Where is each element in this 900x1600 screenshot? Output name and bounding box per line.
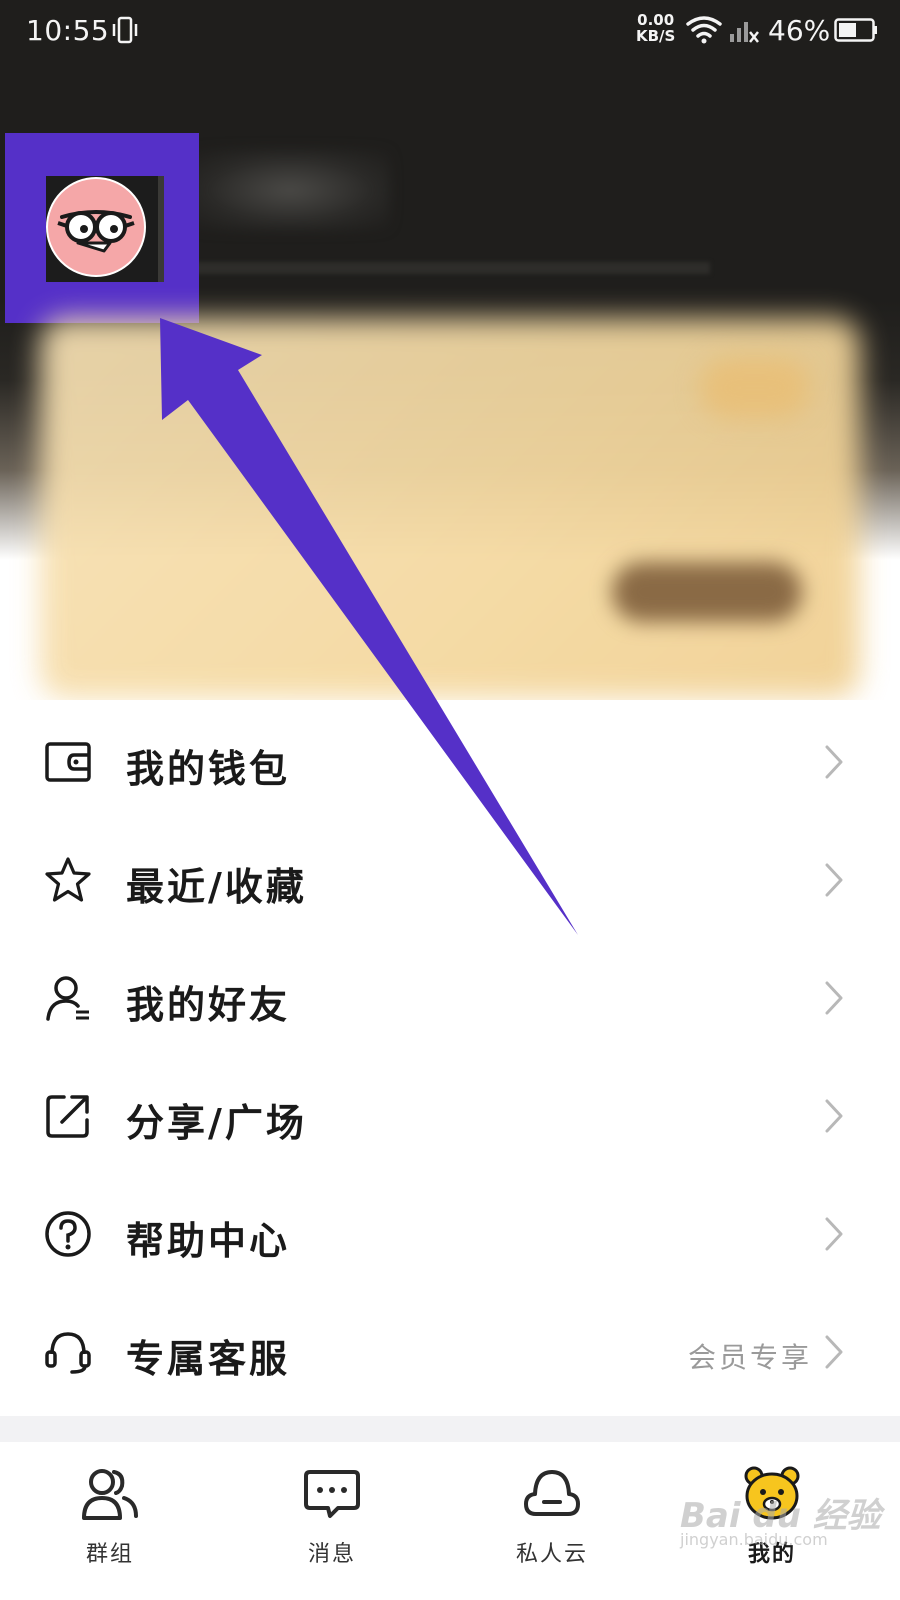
glasses-face-icon [57, 210, 135, 253]
menu-item-label: 帮助中心 [126, 1218, 291, 1263]
menu-list: 我的钱包 最近/收藏 我的好友 分享/广场 帮助中心 专属客服 会员专享 [0, 700, 900, 1420]
nav-label: 群组 [85, 1542, 134, 1567]
chevron-right-icon [825, 1099, 843, 1133]
net-speed: 0.00 KB/S [636, 12, 675, 44]
menu-item-help-center[interactable]: 帮助中心 [0, 1172, 900, 1292]
share-icon [46, 1095, 89, 1138]
nav-tab-messages[interactable]: 消息 [252, 1454, 412, 1584]
menu-item-label: 专属客服 [126, 1336, 291, 1381]
message-icon [304, 1470, 360, 1518]
menu-item-friends[interactable]: 我的好友 [0, 936, 900, 1056]
section-divider [0, 1416, 900, 1442]
nav-tab-group[interactable]: 群组 [30, 1454, 190, 1584]
chevron-right-icon [825, 1217, 843, 1251]
menu-item-wallet[interactable]: 我的钱包 [0, 700, 900, 820]
cloud-icon [524, 1470, 580, 1516]
wifi-icon [686, 16, 722, 44]
status-bar: 10:55 0.00 KB/S 46% [0, 0, 900, 64]
vip-card-button-blurred[interactable] [612, 562, 802, 622]
wallet-icon [45, 742, 91, 782]
watermark-url: jingyan.baidu.com [680, 1530, 828, 1549]
username-blurred [190, 150, 390, 230]
profile-subtitle-blurred [190, 262, 710, 274]
headset-icon [45, 1332, 91, 1374]
signal-icon [730, 22, 759, 43]
member-exclusive-tag: 会员专享 [688, 1341, 813, 1374]
menu-item-recent-favorites[interactable]: 最近/收藏 [0, 818, 900, 938]
net-speed-unit: KB/S [636, 27, 676, 45]
battery-icon [834, 18, 877, 42]
menu-item-label: 我的钱包 [126, 746, 291, 791]
friend-icon [46, 976, 89, 1021]
nav-label: 私人云 [515, 1542, 588, 1567]
chevron-right-icon [825, 745, 843, 779]
chevron-right-icon [825, 981, 843, 1015]
chevron-right-icon [825, 1335, 843, 1369]
net-speed-value: 0.00 [637, 11, 675, 29]
vip-card-highlight-blurred [700, 358, 810, 418]
status-time: 10:55 [26, 14, 110, 47]
help-icon [45, 1211, 91, 1257]
nav-tab-private-cloud[interactable]: 私人云 [472, 1454, 632, 1584]
menu-item-customer-service[interactable]: 专属客服 会员专享 [0, 1290, 900, 1410]
menu-item-share-square[interactable]: 分享/广场 [0, 1054, 900, 1174]
menu-item-label: 最近/收藏 [126, 864, 307, 909]
nav-label: 消息 [307, 1542, 356, 1567]
avatar[interactable] [46, 177, 146, 277]
chevron-right-icon [825, 863, 843, 897]
battery-percent: 46% [768, 14, 831, 47]
group-icon [82, 1469, 138, 1520]
star-icon [45, 857, 91, 902]
menu-item-label: 我的好友 [126, 982, 291, 1027]
vibrate-icon [112, 16, 138, 44]
menu-item-label: 分享/广场 [126, 1100, 307, 1145]
